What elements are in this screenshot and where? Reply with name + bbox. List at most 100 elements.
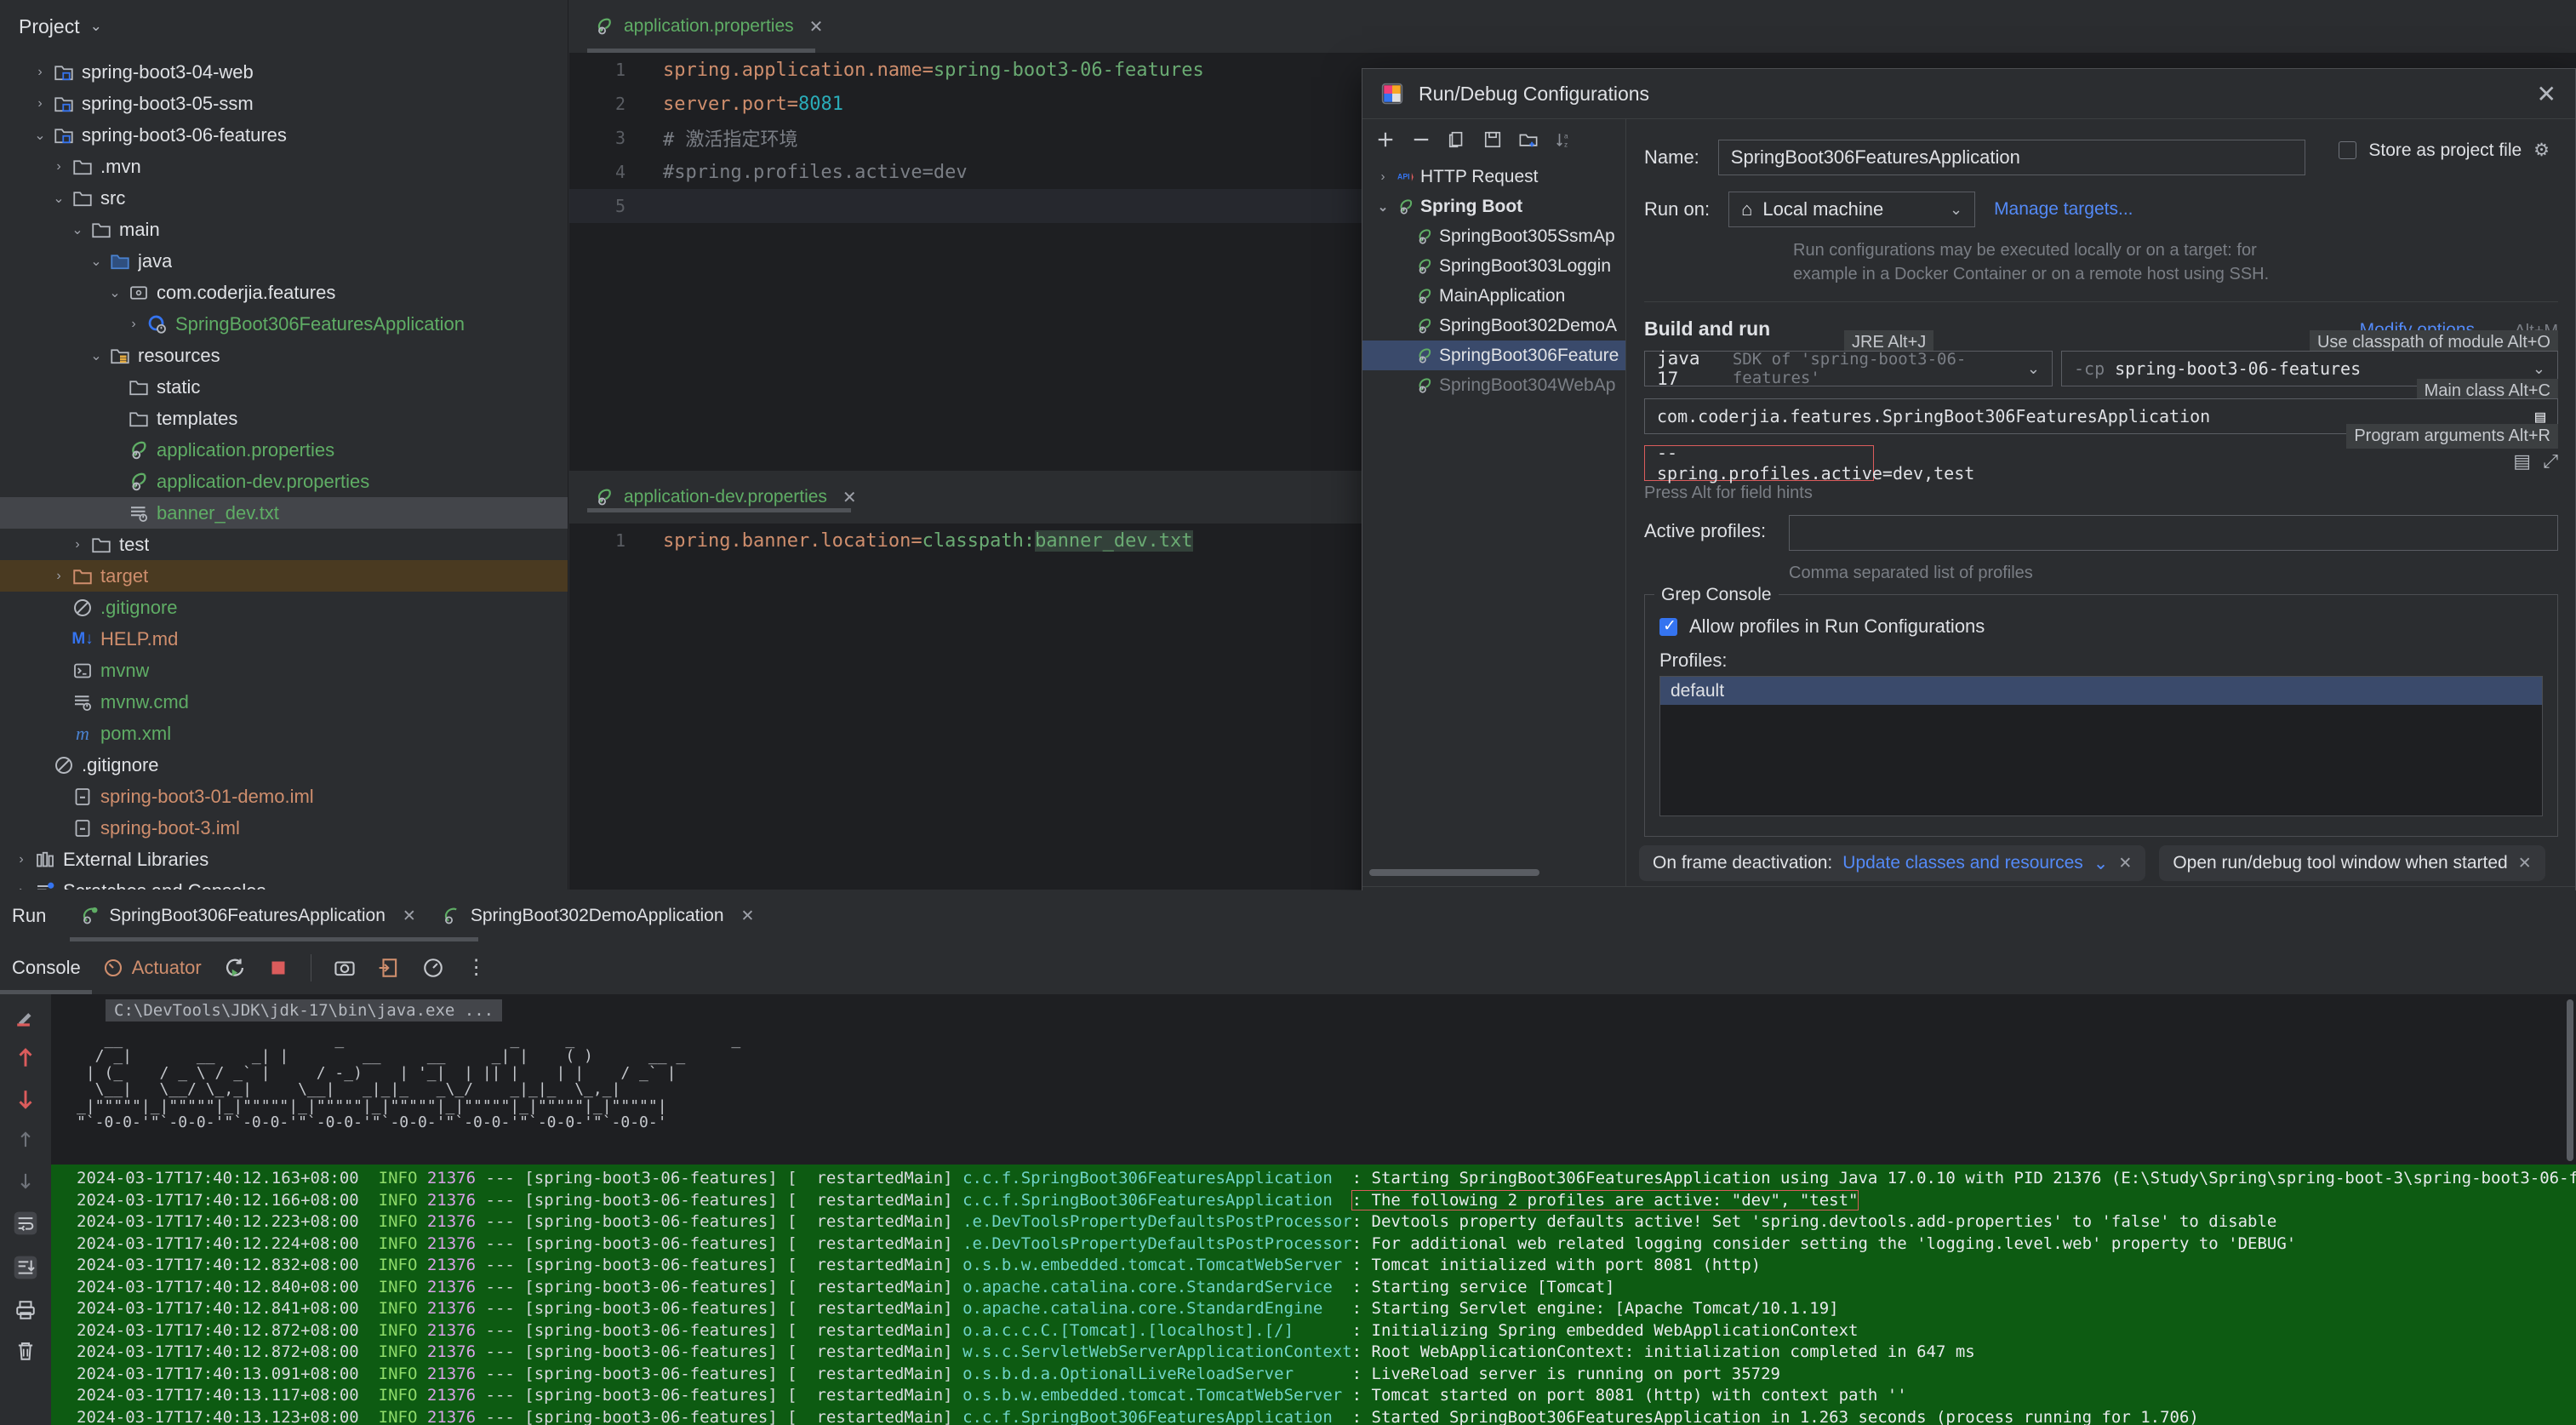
soft-wrap-icon[interactable] [13, 1210, 38, 1236]
profile-item[interactable]: default [1660, 677, 2542, 705]
tree-item-pom-xml[interactable]: · m pom.xml [0, 718, 568, 749]
editor-tab-application-properties[interactable]: application.properties ✕ [590, 0, 828, 53]
rerun-icon[interactable] [224, 957, 246, 979]
store-as-project-file-checkbox[interactable] [2339, 141, 2357, 159]
tree-item-target[interactable]: › target [0, 560, 568, 592]
jre-combobox[interactable]: java 17 SDK of 'spring-boot3-06-features… [1644, 348, 2053, 389]
tree-item-main[interactable]: ⌄ main [0, 214, 568, 245]
chevron-down-icon[interactable]: ⌄ [85, 253, 107, 270]
save-icon[interactable] [1483, 130, 1502, 149]
program-arguments-input[interactable]: --spring.profiles.active=dev,test [1644, 443, 1974, 484]
chevron-down-icon[interactable]: ⌄ [104, 284, 126, 301]
open-tool-window-chip[interactable]: Open run/debug tool window when started … [2159, 845, 2545, 881]
close-icon[interactable]: ✕ [403, 907, 416, 926]
close-icon[interactable]: ✕ [2537, 83, 2556, 106]
tree-item-mvnw-cmd[interactable]: · mvnw.cmd [0, 686, 568, 718]
tree-item-external-libraries[interactable]: › External Libraries [0, 844, 568, 875]
close-icon[interactable]: ✕ [809, 16, 824, 37]
camera-icon[interactable] [334, 957, 356, 979]
allow-profiles-checkbox[interactable] [1659, 616, 1677, 636]
run-tab-springboot302[interactable]: SpringBoot302DemoApplication ✕ [438, 890, 758, 941]
allow-profiles-row[interactable]: Allow profiles in Run Configurations [1659, 615, 1985, 638]
add-icon[interactable] [1376, 130, 1395, 149]
chevron-down-icon[interactable]: ⌄ [66, 221, 89, 238]
on-frame-deactivation-value[interactable]: Update classes and resources [1842, 853, 2083, 873]
tree-item-springboot306featuresapplication[interactable]: › SpringBoot306FeaturesApplication [0, 308, 568, 340]
config-item-springboot303loggin[interactable]: SpringBoot303Loggin [1362, 251, 1625, 281]
chevron-down-icon[interactable]: ⌄ [48, 190, 70, 207]
configurations-list[interactable]: › API HTTP Request ⌄ Spring Boot SpringBoot30… [1362, 162, 1625, 857]
tree-item-mvnw[interactable]: · mvnw [0, 655, 568, 686]
tree-item-src[interactable]: ⌄ src [0, 182, 568, 214]
chevron-down-icon[interactable]: ⌄ [29, 127, 51, 144]
pin-icon[interactable] [14, 1006, 37, 1028]
close-icon[interactable]: ✕ [2118, 854, 2132, 873]
project-panel-header[interactable]: Project ⌄ [0, 0, 568, 53]
config-item-http-request[interactable]: › API HTTP Request [1362, 162, 1625, 192]
tree-item--gitignore[interactable]: · .gitignore [0, 592, 568, 623]
tree-item-help-md[interactable]: ·M↓ HELP.md [0, 623, 568, 655]
scroll-end-icon[interactable] [13, 1255, 38, 1280]
tree-item-banner-dev-txt[interactable]: · banner_dev.txt [0, 497, 568, 529]
horizontal-scrollbar[interactable] [1369, 869, 1539, 876]
down-red-icon[interactable] [14, 1088, 37, 1110]
expand-icon[interactable]: ⤢ [2543, 450, 2558, 472]
actuator-subtab[interactable]: Actuator [103, 957, 202, 979]
tree-item-application-properties[interactable]: · application.properties [0, 434, 568, 466]
chevron-right-icon[interactable]: › [1371, 169, 1395, 184]
on-frame-deactivation-chip[interactable]: On frame deactivation: Update classes an… [1639, 845, 2146, 881]
chevron-right-icon[interactable]: › [66, 537, 89, 552]
profiler-icon[interactable] [422, 957, 444, 979]
up-red-icon[interactable] [14, 1047, 37, 1069]
chevron-right-icon[interactable]: › [123, 317, 145, 332]
tree-item--gitignore[interactable]: · .gitignore [0, 749, 568, 781]
print-icon[interactable] [14, 1299, 37, 1321]
chevron-right-icon[interactable]: › [48, 569, 70, 584]
sort-icon[interactable]: az [1555, 130, 1574, 149]
remove-icon[interactable] [1412, 130, 1431, 149]
profiles-list[interactable]: default [1659, 676, 2543, 816]
tree-item-com-coderjia-features[interactable]: ⌄ com.coderjia.features [0, 277, 568, 308]
tree-item-application-dev-properties[interactable]: · application-dev.properties [0, 466, 568, 497]
config-item-spring-boot[interactable]: ⌄ Spring Boot [1362, 192, 1625, 221]
tree-item-test[interactable]: › test [0, 529, 568, 560]
tree-item-spring-boot-3-iml[interactable]: · spring-boot-3.iml [0, 812, 568, 844]
config-item-springboot304webap[interactable]: SpringBoot304WebAp [1362, 370, 1625, 400]
name-input[interactable]: SpringBoot306FeaturesApplication [1717, 140, 2305, 175]
chevron-down-icon[interactable]: ⌄ [1371, 199, 1395, 215]
chevron-down-icon[interactable]: ⌄ [2093, 853, 2109, 874]
tree-item-java[interactable]: ⌄ java [0, 245, 568, 277]
config-item-mainapplication[interactable]: MainApplication [1362, 281, 1625, 311]
tree-item-spring-boot3-04-web[interactable]: › spring-boot3-04-web [0, 56, 568, 88]
new-folder-icon[interactable] [1519, 130, 1538, 149]
chevron-down-icon[interactable]: ⌄ [90, 18, 102, 35]
close-icon[interactable]: ✕ [2518, 854, 2532, 873]
chevron-down-icon[interactable]: ⌄ [85, 347, 107, 364]
config-item-springboot305ssmap[interactable]: SpringBoot305SsmAp [1362, 221, 1625, 251]
run-on-combobox[interactable]: ⌂ Local machine ⌄ [1728, 192, 1976, 227]
export-icon[interactable] [378, 957, 400, 979]
config-item-springboot302demoa[interactable]: SpringBoot302DemoA [1362, 311, 1625, 341]
close-icon[interactable]: ✕ [842, 487, 857, 508]
trash-icon[interactable] [14, 1340, 37, 1362]
gear-icon[interactable]: ⚙ [2533, 140, 2550, 161]
browse-icon[interactable]: ▤ [2513, 450, 2531, 472]
up-grey-icon[interactable] [14, 1129, 37, 1151]
console-output[interactable]: C:\DevTools\JDK\jdk-17\bin\java.exe ... … [51, 994, 2576, 1425]
down-grey-icon[interactable] [14, 1170, 37, 1192]
config-item-springboot306feature[interactable]: SpringBoot306Feature [1362, 341, 1625, 370]
chevron-right-icon[interactable]: › [29, 96, 51, 112]
chevron-right-icon[interactable]: › [10, 884, 32, 890]
tree-item-resources[interactable]: ⌄ resources [0, 340, 568, 371]
store-as-project-file-row[interactable]: Store as project file ⚙ [2339, 140, 2550, 161]
tree-item--mvn[interactable]: › .mvn [0, 151, 568, 182]
stop-icon[interactable] [268, 958, 288, 978]
chevron-right-icon[interactable]: › [48, 159, 70, 175]
console-scrollbar[interactable] [2567, 999, 2573, 1161]
manage-targets-link[interactable]: Manage targets... [1994, 199, 2133, 220]
tree-item-scratches-and-consoles[interactable]: › Scratches and Consoles [0, 875, 568, 890]
close-icon[interactable]: ✕ [741, 907, 755, 926]
run-tab-springboot306[interactable]: SpringBoot306FeaturesApplication ✕ [77, 890, 419, 941]
editor-tab-application-dev-properties[interactable]: application-dev.properties ✕ [590, 471, 862, 524]
console-subtab[interactable]: Console [12, 957, 81, 979]
